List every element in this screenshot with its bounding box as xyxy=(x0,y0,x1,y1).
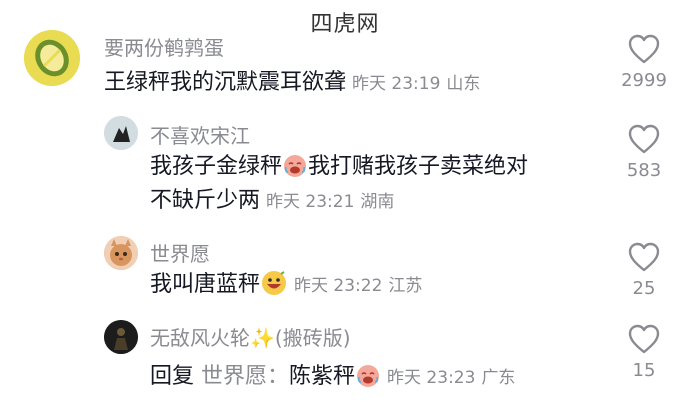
like-button[interactable]: 2999 xyxy=(620,34,668,91)
comment-text: 王绿秤我的沉默震耳欲聋 昨天 23:19 山东 xyxy=(104,66,480,101)
comment-location: 江苏 xyxy=(388,276,423,296)
comment-body: 王绿秤我的沉默震耳欲聋 xyxy=(104,70,347,95)
comment-body: 我叫唐蓝秤 xyxy=(150,272,261,297)
like-count: 583 xyxy=(626,160,662,181)
heart-icon xyxy=(628,34,660,64)
comment-text: 我叫唐蓝秤 昨天 23:22 江苏 xyxy=(150,268,422,307)
comment-text: 回复 世界愿：陈紫秤 昨天 23:23 广东 xyxy=(150,360,515,399)
like-button[interactable]: 25 xyxy=(620,242,668,299)
comment-username[interactable]: 无敌风火轮✨(搬砖版) xyxy=(150,322,351,351)
comment-username-text: 无敌风火轮 xyxy=(150,326,250,350)
like-count: 25 xyxy=(632,278,656,299)
comment-username[interactable]: 要两份鹌鹑蛋 xyxy=(104,32,224,61)
comment-item: 不喜欢宋江 我孩子金绿秤 我打赌我孩子卖菜绝对 不缺斤少两 昨天 23:21 湖南 5… xyxy=(0,110,690,220)
comment-text: 不缺斤少两 昨天 23:21 湖南 xyxy=(150,184,394,219)
comment-body: 我打赌我孩子卖菜绝对 xyxy=(308,154,529,179)
like-button[interactable]: 15 xyxy=(620,324,668,381)
comment-username[interactable]: 世界愿 xyxy=(150,238,210,267)
grinning-emoji-icon xyxy=(261,270,287,307)
dark-figure-avatar-icon xyxy=(104,320,138,354)
comment-username-suffix: (搬砖版) xyxy=(274,326,351,350)
silhouette-avatar-icon xyxy=(104,116,138,150)
comment-time: 昨天 23:22 xyxy=(294,276,383,296)
like-count: 2999 xyxy=(621,70,667,91)
user-avatar[interactable] xyxy=(24,30,80,86)
sparkle-icon: ✨ xyxy=(250,326,275,350)
comment-location: 湖南 xyxy=(360,192,395,212)
comment-username[interactable]: 不喜欢宋江 xyxy=(150,120,250,149)
heart-icon xyxy=(628,124,660,154)
comment-location: 广东 xyxy=(481,368,516,388)
user-avatar[interactable] xyxy=(104,116,138,150)
reply-label: 回复 xyxy=(150,364,201,389)
comment-time: 昨天 23:21 xyxy=(266,192,355,212)
comment-body: 我孩子金绿秤 xyxy=(150,154,283,179)
comment-item: 世界愿 我叫唐蓝秤 昨天 23:22 江苏 25 xyxy=(0,230,690,310)
cat-avatar-icon xyxy=(104,236,138,270)
like-button[interactable]: 583 xyxy=(620,124,668,181)
comment-body: 陈紫秤 xyxy=(289,364,356,389)
heart-icon xyxy=(628,324,660,354)
user-avatar[interactable] xyxy=(104,236,138,270)
comment-body: 不缺斤少两 xyxy=(150,188,261,213)
comment-time: 昨天 23:19 xyxy=(352,74,441,94)
like-count: 15 xyxy=(632,360,656,381)
comment-item: 无敌风火轮✨(搬砖版) 回复 世界愿：陈紫秤 昨天 23:23 广东 15 xyxy=(0,316,690,402)
lemon-avatar-icon xyxy=(24,30,80,86)
reply-target[interactable]: 世界愿： xyxy=(201,364,289,389)
comment-location: 山东 xyxy=(446,74,481,94)
user-avatar[interactable] xyxy=(104,320,138,354)
laughing-cry-emoji-icon xyxy=(356,364,380,399)
comment-time: 昨天 23:23 xyxy=(387,368,476,388)
heart-icon xyxy=(628,242,660,272)
comment-item: 要两份鹌鹑蛋 王绿秤我的沉默震耳欲聋 昨天 23:19 山东 2999 xyxy=(0,0,690,100)
